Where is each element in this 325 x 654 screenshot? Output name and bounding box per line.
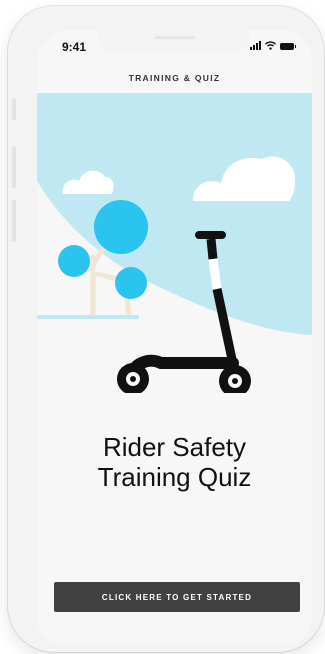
quiz-title-line2: Training Quiz [97,462,252,492]
quiz-title: Rider Safety Training Quiz [37,432,312,492]
phone-frame: 9:41 TRAINING & QUIZ Rider Safety Traini… [8,6,324,652]
page-title: TRAINING & QUIZ [128,73,221,83]
status-time: 9:41 [62,40,87,54]
battery-icon [280,43,296,50]
status-bar: 9:41 [37,30,312,60]
get-started-button[interactable]: CLICK HERE TO GET STARTED [54,582,300,612]
signal-icon [250,41,261,50]
quiz-title-line1: Rider Safety [102,432,247,462]
wifi-icon [265,41,276,50]
sky-background [37,93,312,335]
volume-down-button [12,200,16,242]
mute-switch [12,98,16,120]
status-icons [250,41,296,50]
volume-up-button [12,146,16,188]
scooter-illustration [37,93,312,393]
app-screen: 9:41 TRAINING & QUIZ Rider Safety Traini… [37,30,312,644]
